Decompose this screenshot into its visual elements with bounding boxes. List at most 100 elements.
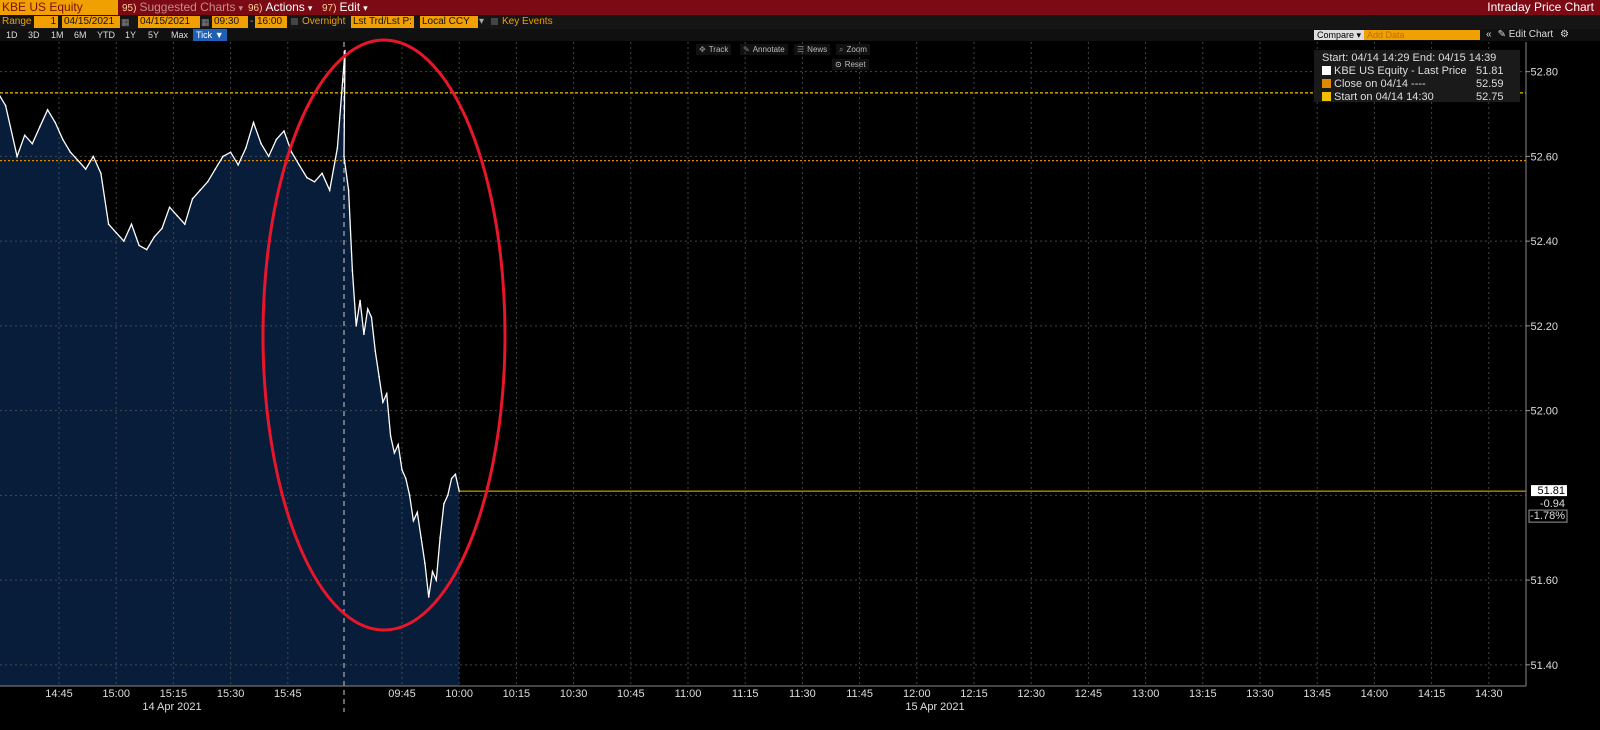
price-point — [385, 392, 388, 395]
x-tick-label: 13:00 — [1132, 688, 1160, 700]
price-point — [306, 176, 308, 179]
x-tick-label: 15:15 — [160, 688, 188, 700]
legend-row-start: Start on 04/14 14:30 — [1322, 91, 1434, 104]
x-tick-label: 15:45 — [274, 688, 302, 700]
x-tick-label: 13:15 — [1189, 688, 1217, 700]
price-point — [359, 299, 361, 302]
price-point — [412, 520, 415, 522]
price-point — [290, 151, 293, 153]
price-point — [283, 130, 285, 132]
legend-row-close: Close on 04/14 ---- — [1322, 78, 1426, 91]
price-point — [420, 536, 422, 539]
price-point — [168, 206, 171, 208]
x-tick-label: 10:00 — [445, 688, 473, 700]
x-tick-label: 10:45 — [617, 688, 645, 700]
price-point — [237, 164, 239, 166]
price-point — [267, 155, 270, 158]
x-tick-label: 15:00 — [102, 688, 130, 700]
price-point — [450, 477, 453, 480]
legend-label: Close on 04/14 ---- — [1334, 78, 1426, 90]
y-tick-label: 52.20 — [1530, 321, 1558, 333]
price-point — [447, 494, 449, 497]
legend-value: 52.75 — [1476, 91, 1504, 103]
price-point — [84, 168, 87, 170]
price-point — [161, 227, 163, 230]
x-tick-label: 12:30 — [1017, 688, 1045, 700]
legend-swatch-close — [1322, 79, 1331, 88]
legend-swatch-last — [1322, 66, 1331, 75]
price-point — [245, 147, 247, 149]
price-point — [378, 375, 380, 378]
price-point — [23, 134, 26, 136]
price-point — [69, 151, 72, 153]
x-tick-label: 12:15 — [960, 688, 988, 700]
price-point — [313, 181, 316, 183]
x-tick-label: 13:30 — [1246, 688, 1274, 700]
price-point — [343, 155, 345, 158]
price-point — [355, 325, 358, 327]
price-point — [31, 142, 34, 145]
x-tick-label: 10:15 — [503, 688, 531, 700]
x-tick-label: 11:45 — [846, 688, 873, 700]
legend-swatch-start — [1322, 92, 1331, 101]
price-point — [92, 155, 95, 158]
price-point — [222, 155, 224, 158]
last-price-value: 51.81 — [1537, 485, 1565, 497]
price-point — [366, 308, 369, 310]
legend-box: Start: 04/14 14:29 End: 04/15 14:39 KBE … — [1314, 50, 1520, 104]
price-point — [229, 151, 232, 153]
price-point — [336, 147, 339, 149]
price-point — [389, 435, 392, 437]
date-label: 15 Apr 2021 — [905, 701, 964, 713]
x-tick-label: 15:30 — [217, 688, 245, 700]
price-point — [393, 452, 396, 454]
x-tick-label: 09:45 — [388, 688, 416, 700]
price-point — [370, 316, 373, 319]
price-point — [374, 350, 377, 353]
price-point — [363, 333, 365, 336]
price-point — [408, 494, 411, 497]
y-tick-label: 52.80 — [1530, 67, 1558, 79]
legend-label: KBE US Equity - Last Price — [1334, 65, 1467, 77]
price-point — [439, 536, 441, 539]
price-point — [39, 125, 41, 128]
price-point — [54, 121, 56, 124]
price-point — [443, 503, 445, 505]
y-tick-label: 52.00 — [1530, 406, 1558, 418]
x-tick-label: 14:30 — [1475, 688, 1503, 700]
y-tick-label: 51.40 — [1530, 660, 1558, 672]
net-change-value: -0.94 — [1540, 498, 1565, 510]
legend-value: 51.81 — [1476, 65, 1504, 77]
price-point — [435, 579, 438, 581]
legend-header: Start: 04/14 14:29 End: 04/15 14:39 — [1322, 52, 1497, 64]
x-tick-label: 12:00 — [903, 688, 931, 700]
legend-row-last-price: KBE US Equity - Last Price — [1322, 65, 1467, 78]
price-point — [77, 159, 79, 162]
x-tick-label: 12:45 — [1075, 688, 1103, 700]
price-point — [153, 236, 156, 238]
price-point — [191, 198, 194, 200]
price-point — [344, 49, 346, 52]
price-point — [260, 142, 262, 145]
price-point — [405, 477, 407, 480]
price-point — [123, 240, 125, 242]
price-point — [130, 223, 133, 225]
date-label: 14 Apr 2021 — [142, 701, 201, 713]
price-chart[interactable]: 52.80 52.60 52.40 52.20 52.00 51.60 51.40 14:45… — [0, 0, 1600, 730]
x-tick-label: 14:00 — [1361, 688, 1389, 700]
y-tick-label: 52.60 — [1530, 151, 1558, 163]
price-point — [382, 401, 384, 403]
price-point — [206, 181, 209, 183]
pct-change-value: -1.78% — [1530, 510, 1565, 522]
price-point — [351, 270, 354, 272]
x-tick-label: 11:15 — [732, 688, 759, 700]
price-point — [138, 244, 140, 247]
price-point — [4, 104, 7, 107]
price-point — [16, 155, 18, 158]
price-point — [454, 473, 457, 476]
price-point — [62, 138, 64, 141]
price-point — [100, 172, 102, 175]
legend-label: Start on 04/14 14:30 — [1334, 91, 1434, 103]
x-tick-label: 11:30 — [789, 688, 816, 700]
price-point — [458, 490, 461, 492]
